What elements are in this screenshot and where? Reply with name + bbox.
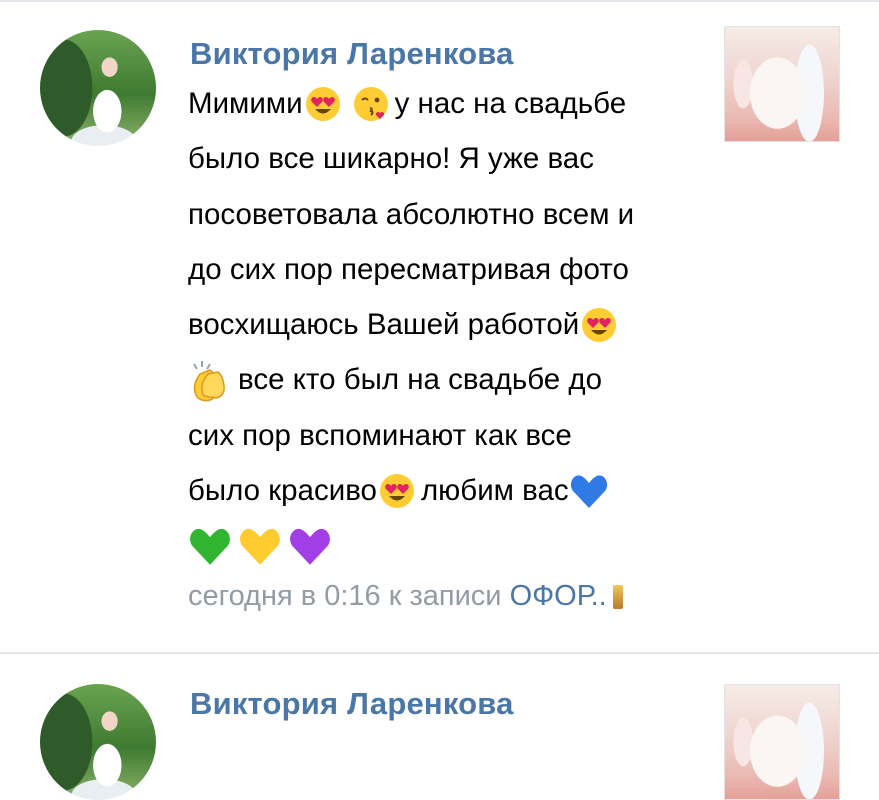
comment-text-part: все кто был на свадьбе до: [238, 363, 602, 397]
truncated-emoji-icon: [612, 585, 623, 610]
comment-line: восхищаюсь Вашей работой: [188, 297, 728, 352]
comment-text-part: любим вас: [420, 474, 569, 508]
comment-text-part: сих пор вспоминают как все: [188, 418, 572, 452]
post-thumbnail[interactable]: [724, 684, 840, 800]
comment-text-part: было красиво: [188, 474, 377, 508]
heart-eyes-emoji-icon: [581, 307, 617, 343]
avatar[interactable]: [40, 30, 156, 146]
purple-heart-emoji-icon: [288, 524, 332, 568]
comment-line: [188, 518, 728, 573]
post-link[interactable]: ОФОР..: [510, 580, 607, 612]
comment-text-part: до сих пор пересматривая фото: [188, 252, 629, 286]
post-ref-prefix: к записи: [388, 580, 502, 612]
divider-top: [0, 0, 879, 2]
comment-line: было все шикарно! Я уже вас: [188, 131, 728, 186]
blue-heart-emoji-icon: [569, 471, 609, 511]
heart-eyes-emoji-icon: [305, 86, 341, 122]
comment-text-part: было все шикарно! Я уже вас: [188, 142, 594, 176]
comment-line: посоветовала абсолютно всем и: [188, 187, 728, 242]
comment-line: было красиво любим вас: [188, 463, 728, 518]
green-heart-emoji-icon: [188, 524, 232, 568]
clapping-hands-emoji-icon: [188, 358, 232, 402]
post-thumbnail[interactable]: [724, 26, 840, 142]
comment-text-part: Мимими: [188, 87, 303, 120]
divider: [0, 652, 879, 654]
comment-text-part: посоветовала абсолютно всем и: [188, 197, 635, 231]
comment-line: сих пор вспоминают как все: [188, 408, 728, 463]
avatar[interactable]: [40, 684, 156, 800]
heart-eyes-emoji-icon: [379, 473, 415, 509]
comment-author[interactable]: Виктория Ларенкова: [190, 36, 514, 72]
comment-text-part: восхищаюсь Вашей работой: [188, 308, 580, 342]
comment-line: до сих пор пересматривая фото: [188, 242, 728, 297]
face-blowing-kiss-emoji-icon: [353, 86, 389, 122]
comment-text: Мимими у нас на свадьбе было все шикарно…: [188, 76, 728, 574]
yellow-heart-emoji-icon: [238, 524, 282, 568]
comment-text-part: у нас на свадьбе: [394, 87, 627, 120]
comment-meta: сегодня в 0:16 к записи ОФОР..: [188, 580, 623, 613]
comment-line: Мимими у нас на свадьбе: [188, 76, 728, 131]
comment-author[interactable]: Виктория Ларенкова: [190, 686, 514, 722]
comment-timestamp[interactable]: сегодня в 0:16: [188, 580, 381, 612]
comment-line: все кто был на свадьбе до: [188, 352, 728, 407]
